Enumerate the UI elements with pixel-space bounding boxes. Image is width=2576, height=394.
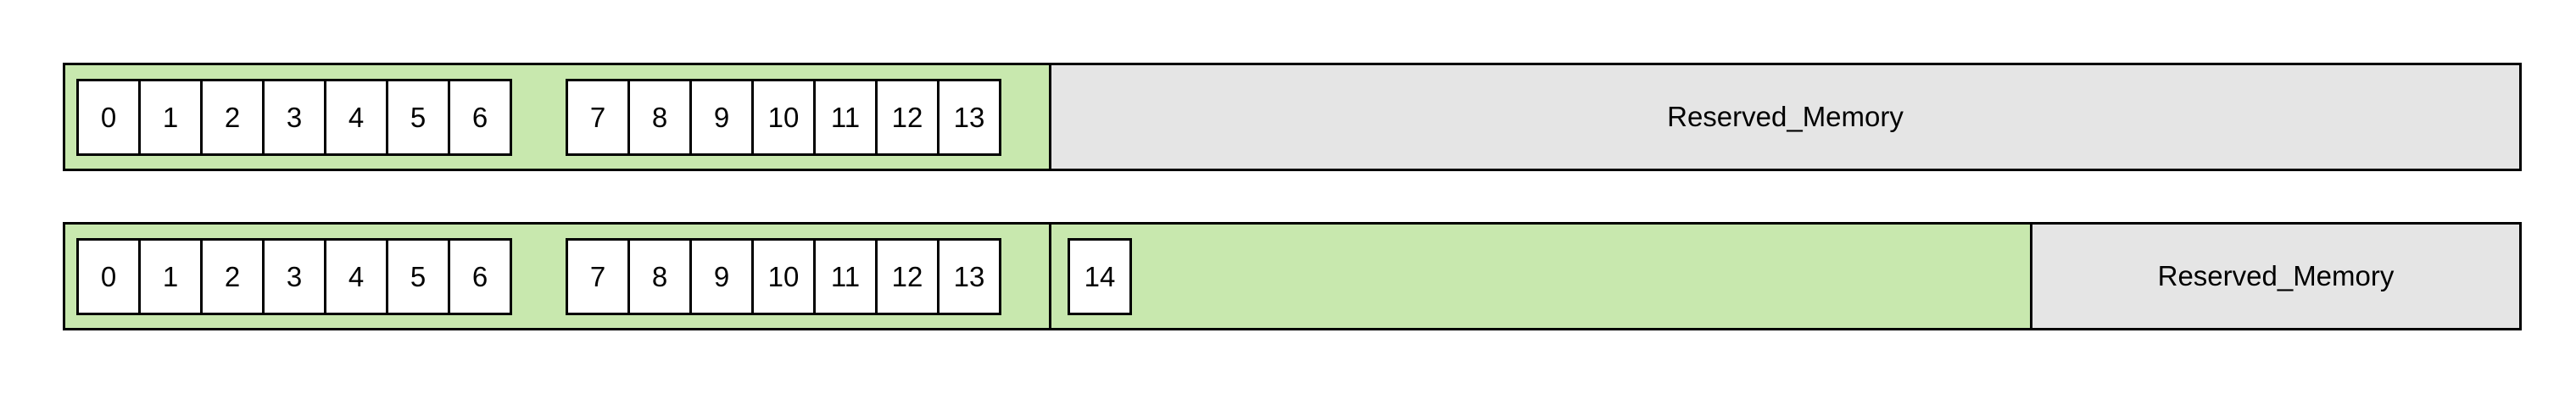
memory-cell: 2 <box>200 238 265 315</box>
cell-block-a: 0123456 <box>76 79 512 156</box>
expanded-region: 14 <box>1049 222 2032 330</box>
memory-cell: 10 <box>751 79 816 156</box>
memory-cell: 4 <box>324 238 388 315</box>
memory-cell: 9 <box>689 79 754 156</box>
memory-cell: 11 <box>813 238 878 315</box>
memory-row-2: 0123456 7 8 9 10 11 12 13 14 Reserved_Memory <box>63 222 2522 330</box>
reserved-memory-label: Reserved_Memory <box>1667 101 1904 132</box>
memory-cell: 3 <box>262 79 326 156</box>
reserved-memory-label: Reserved_Memory <box>2157 260 2395 291</box>
memory-cell: 1 <box>138 79 203 156</box>
memory-cell: 3 <box>262 238 326 315</box>
memory-cell: 8 <box>627 238 692 315</box>
memory-cell: 10 <box>751 238 816 315</box>
memory-cell: 13 <box>937 79 1001 156</box>
reserved-memory-region: Reserved_Memory <box>1049 63 2522 171</box>
cell-block-b: 7 8 9 10 11 12 13 <box>566 238 1001 315</box>
memory-cell: 12 <box>875 79 940 156</box>
memory-cell: 0 <box>76 238 141 315</box>
memory-row-1: 0123456 7 8 9 10 11 12 13 Reserved_Memory <box>63 63 2522 171</box>
memory-cell: 9 <box>689 238 754 315</box>
memory-cell: 7 <box>566 238 630 315</box>
memory-cell: 7 <box>566 79 630 156</box>
memory-cell: 14 <box>1068 238 1132 315</box>
memory-cell: 8 <box>627 79 692 156</box>
memory-cell: 6 <box>448 238 512 315</box>
cell-block-c: 14 <box>1068 238 1132 315</box>
cell-block-b: 7 8 9 10 11 12 13 <box>566 79 1001 156</box>
memory-cell: 1 <box>138 238 203 315</box>
memory-cell: 13 <box>937 238 1001 315</box>
memory-cell: 2 <box>200 79 265 156</box>
memory-cell: 11 <box>813 79 878 156</box>
memory-cell: 5 <box>386 238 450 315</box>
reserved-memory-region: Reserved_Memory <box>2030 222 2522 330</box>
memory-cell: 5 <box>386 79 450 156</box>
cell-block-a: 0123456 <box>76 238 512 315</box>
memory-cell: 4 <box>324 79 388 156</box>
memory-cell: 12 <box>875 238 940 315</box>
memory-cell: 0 <box>76 79 141 156</box>
allocated-region: 0123456 7 8 9 10 11 12 13 <box>63 63 1051 171</box>
allocated-region: 0123456 7 8 9 10 11 12 13 <box>63 222 1051 330</box>
memory-cell: 6 <box>448 79 512 156</box>
